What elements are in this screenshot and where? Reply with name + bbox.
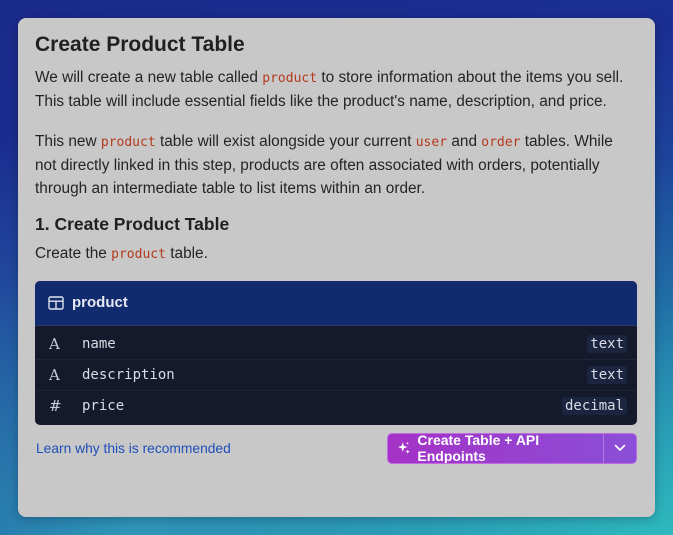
field-row: # price decimal: [35, 391, 637, 422]
page-title: Create Product Table: [35, 33, 245, 56]
inline-code-product: product: [262, 71, 318, 86]
inline-code-product: product: [100, 134, 156, 150]
table-preview-header: product: [35, 280, 637, 326]
create-table-button[interactable]: Create Table + API Endpoints: [387, 432, 637, 464]
field-type-badge: text: [587, 365, 627, 384]
number-type-icon: #: [49, 397, 62, 416]
action-row: Learn why this is recommended Create Tab…: [35, 432, 637, 464]
field-name: description: [82, 366, 175, 383]
field-name: price: [82, 398, 125, 415]
chevron-down-icon: [614, 444, 626, 452]
context-paragraph: This new product table will exist alongs…: [35, 130, 637, 201]
step-paragraph: Create the product table.: [35, 242, 637, 266]
create-table-button-main[interactable]: Create Table + API Endpoints: [388, 434, 603, 463]
create-table-button-label: Create Table + API Endpoints: [417, 432, 540, 464]
table-preview: product A name text A description text #…: [35, 280, 637, 425]
sparkle-icon: [397, 442, 410, 455]
cta-options-toggle[interactable]: [604, 434, 636, 463]
instruction-card: Create Product Table We will create a ne…: [18, 18, 655, 517]
context-text-3: and: [447, 132, 482, 150]
table-icon: [48, 296, 64, 310]
text-type-icon: A: [49, 334, 60, 353]
intro-text-1: We will create a new table called: [35, 69, 263, 86]
context-text-2: table will exist alongside your current: [155, 132, 416, 150]
table-fields: A name text A description text # price d…: [35, 326, 637, 425]
field-row: A name text: [35, 329, 637, 360]
step-text-2: table.: [165, 245, 208, 263]
intro-paragraph: We will create a new table called produc…: [35, 66, 637, 114]
field-type-badge: decimal: [561, 397, 627, 416]
text-type-icon: A: [49, 365, 60, 384]
inline-code-user: user: [415, 134, 448, 150]
table-name: product: [72, 294, 128, 312]
step-text-1: Create the: [35, 245, 112, 263]
learn-more-link[interactable]: Learn why this is recommended: [35, 441, 231, 456]
inline-code-product: product: [111, 247, 166, 263]
context-text-1: This new: [35, 132, 101, 150]
field-row: A description text: [35, 360, 637, 391]
inline-code-order: order: [481, 134, 521, 150]
field-type-badge: text: [587, 334, 627, 353]
step-title: 1. Create Product Table: [35, 214, 230, 235]
field-name: name: [82, 335, 116, 352]
